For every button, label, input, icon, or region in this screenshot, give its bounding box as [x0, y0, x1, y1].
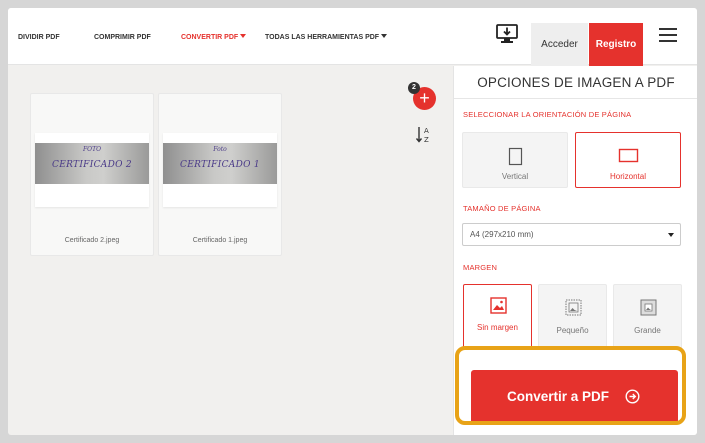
margin-label: MARGEN [463, 263, 498, 272]
image-no-margin-icon [490, 297, 507, 314]
file-count-badge: 2 [408, 82, 420, 94]
hamburger-menu-icon[interactable] [659, 28, 677, 42]
chevron-down-icon [240, 34, 247, 38]
page-size-select[interactable]: A4 (297x210 mm) [462, 223, 681, 246]
orientation-label: SELECCIONAR LA ORIENTACIÓN DE PÁGINA [463, 110, 632, 119]
page-size-label: TAMAÑO DE PÁGINA [463, 204, 541, 213]
nav-todas-herramientas[interactable]: TODAS LAS HERRAMIENTAS PDF [265, 34, 388, 41]
file-thumbnail: Foto CERTIFICADO 1 [163, 133, 277, 207]
file-card[interactable]: FOTO CERTIFICADO 2 Certificado 2.jpeg [30, 93, 154, 256]
file-workspace: FOTO CERTIFICADO 2 Certificado 2.jpeg Fo… [8, 66, 453, 435]
nav-comprimir-pdf[interactable]: COMPRIMIR PDF [94, 34, 151, 41]
file-name: Certificado 2.jpeg [64, 237, 120, 244]
image-small-margin-icon [565, 299, 582, 316]
register-button[interactable]: Registro [589, 23, 643, 66]
orientation-horizontal-option[interactable]: Horizontal [575, 132, 681, 188]
sidebar-title: OPCIONES DE IMAGEN A PDF [477, 75, 675, 90]
convert-to-pdf-button[interactable]: Convertir a PDF [471, 370, 678, 424]
file-card[interactable]: Foto CERTIFICADO 1 Certificado 1.jpeg [158, 93, 282, 256]
plus-icon: + [419, 88, 430, 108]
options-sidebar: OPCIONES DE IMAGEN A PDF SELECCIONAR LA … [453, 66, 697, 435]
chevron-down-icon [381, 34, 388, 38]
nav-dividir-pdf[interactable]: DIVIDIR PDF [18, 34, 60, 41]
image-large-margin-icon [640, 299, 657, 316]
divider [454, 98, 697, 99]
top-navigation: DIVIDIR PDF COMPRIMIR PDF CONVERTIR PDF … [8, 8, 697, 66]
file-name: Certificado 1.jpeg [192, 237, 248, 244]
landscape-page-icon [618, 148, 639, 163]
svg-text:A: A [424, 127, 429, 135]
photo-image: Foto CERTIFICADO 1 [163, 143, 277, 184]
desktop-download-icon[interactable] [494, 21, 520, 47]
orientation-vertical-option[interactable]: Vertical [462, 132, 568, 188]
photo-image: FOTO CERTIFICADO 2 [35, 143, 149, 184]
margin-none-option[interactable]: Sin margen [463, 284, 532, 350]
margin-large-option[interactable]: Grande [613, 284, 682, 350]
app-window: DIVIDIR PDF COMPRIMIR PDF CONVERTIR PDF … [8, 8, 697, 435]
nav-convertir-pdf[interactable]: CONVERTIR PDF [181, 34, 247, 41]
sort-az-icon[interactable]: A Z [415, 124, 433, 146]
portrait-page-icon [508, 147, 523, 166]
login-button[interactable]: Acceder [531, 23, 588, 66]
arrow-circle-right-icon [625, 389, 640, 404]
file-thumbnail: FOTO CERTIFICADO 2 [35, 133, 149, 207]
chevron-down-icon [668, 233, 674, 237]
margin-small-option[interactable]: Pequeño [538, 284, 607, 350]
svg-text:Z: Z [424, 136, 429, 144]
